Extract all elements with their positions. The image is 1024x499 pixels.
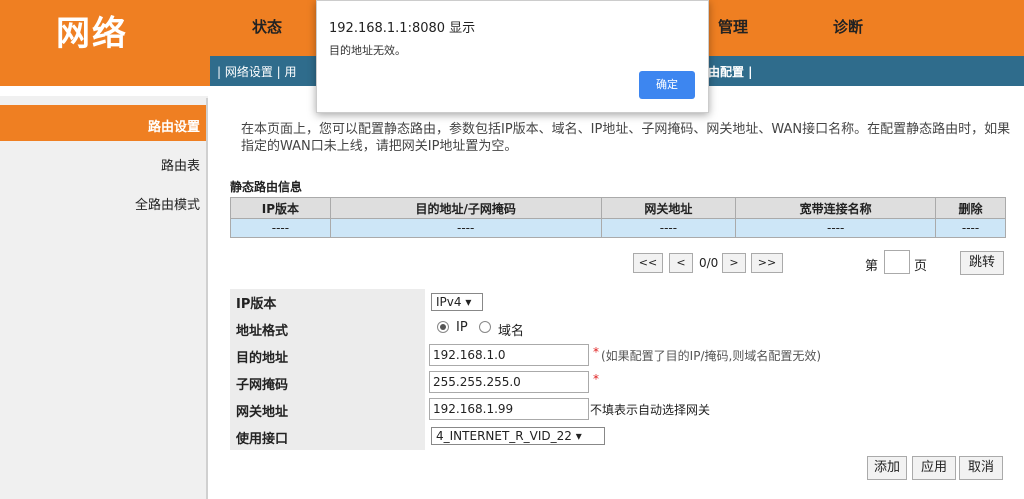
address-format-domain-radio[interactable]	[479, 321, 491, 333]
page-count: 0/0	[699, 256, 719, 270]
next-page-button[interactable]: >	[722, 253, 746, 273]
cancel-button[interactable]: 取消	[959, 456, 1003, 480]
column-header: 删除	[935, 197, 1006, 219]
subnav-route-config[interactable]: 由配置 |	[708, 63, 753, 80]
subnet-mask-input[interactable]: 255.255.255.0	[429, 371, 589, 393]
address-format-domain-label: 域名	[498, 324, 525, 339]
table-cell: ----	[230, 218, 331, 238]
gateway-input[interactable]: 192.168.1.99	[429, 398, 589, 420]
menu-diagnose[interactable]: 诊断	[833, 16, 863, 37]
menu-manage[interactable]: 管理	[718, 16, 748, 37]
page-intro-text: 在本页面上，您可以配置静态路由，参数包括IP版本、域名、IP地址、子网掩码、网关…	[241, 122, 1011, 154]
add-button[interactable]: 添加	[867, 456, 907, 480]
table-cell: ----	[600, 218, 737, 238]
destination-input[interactable]: 192.168.1.0	[429, 344, 589, 366]
column-header: IP版本	[230, 197, 331, 219]
table-cell: ----	[935, 218, 1006, 238]
ip-version-select[interactable]: IPv4 ▾	[431, 293, 483, 311]
page-suffix-label: 页	[914, 259, 928, 274]
first-page-button[interactable]: <<	[633, 253, 663, 273]
last-page-button[interactable]: >>	[751, 253, 783, 273]
ip-version-label: IP版本	[236, 297, 277, 312]
gateway-hint: 不填表示自动选择网关	[590, 403, 711, 417]
table-cell: ----	[329, 218, 602, 238]
address-format-ip-radio[interactable]	[437, 321, 449, 333]
route-table-title: 静态路由信息	[230, 180, 303, 194]
alert-ok-button[interactable]: 确定	[639, 71, 695, 99]
destination-required-mark: *	[593, 345, 599, 359]
column-header: 宽带连接名称	[735, 197, 937, 219]
form-label-column	[230, 289, 425, 450]
interface-select[interactable]: 4_INTERNET_R_VID_22 ▾	[431, 427, 605, 445]
column-header: 目的地址/子网掩码	[329, 197, 602, 219]
address-format-label: 地址格式	[236, 324, 289, 339]
logo-title: 网络	[56, 14, 128, 54]
alert-dialog-title: 192.168.1.1:8080 显示	[329, 21, 476, 36]
subnet-mask-label: 子网掩码	[236, 378, 289, 393]
alert-dialog-message: 目的地址无效。	[329, 44, 406, 57]
subnav-network-settings[interactable]: | 网络设置 | 用	[217, 63, 297, 80]
sidebar-item-route-table[interactable]: 路由表	[161, 155, 200, 174]
subnav-left-bar	[0, 56, 210, 86]
table-row: ---- ---- ---- ---- ----	[230, 218, 1006, 238]
subnet-mask-required-mark: *	[593, 372, 599, 386]
menu-status[interactable]: 状态	[252, 16, 282, 37]
route-table: IP版本 目的地址/子网掩码 网关地址 宽带连接名称 删除 ---- ---- …	[230, 197, 1006, 238]
page-number-input[interactable]	[884, 250, 910, 274]
jump-button[interactable]: 跳转	[960, 251, 1004, 275]
content-divider	[206, 98, 208, 499]
interface-label: 使用接口	[236, 432, 289, 447]
table-header-row: IP版本 目的地址/子网掩码 网关地址 宽带连接名称 删除	[230, 197, 1006, 219]
gateway-label: 网关地址	[236, 405, 289, 420]
destination-hint: (如果配置了目的IP/掩码,则域名配置无效)	[601, 349, 821, 363]
prev-page-button[interactable]: <	[669, 253, 693, 273]
sidebar-item-full-route-mode[interactable]: 全路由模式	[135, 194, 200, 213]
column-header: 网关地址	[600, 197, 737, 219]
address-format-ip-label: IP	[456, 320, 468, 335]
apply-button[interactable]: 应用	[912, 456, 956, 480]
table-cell: ----	[735, 218, 937, 238]
page-prefix-label: 第	[865, 259, 879, 274]
sidebar-item-route-settings[interactable]: 路由设置	[148, 116, 200, 135]
destination-label: 目的地址	[236, 351, 289, 366]
